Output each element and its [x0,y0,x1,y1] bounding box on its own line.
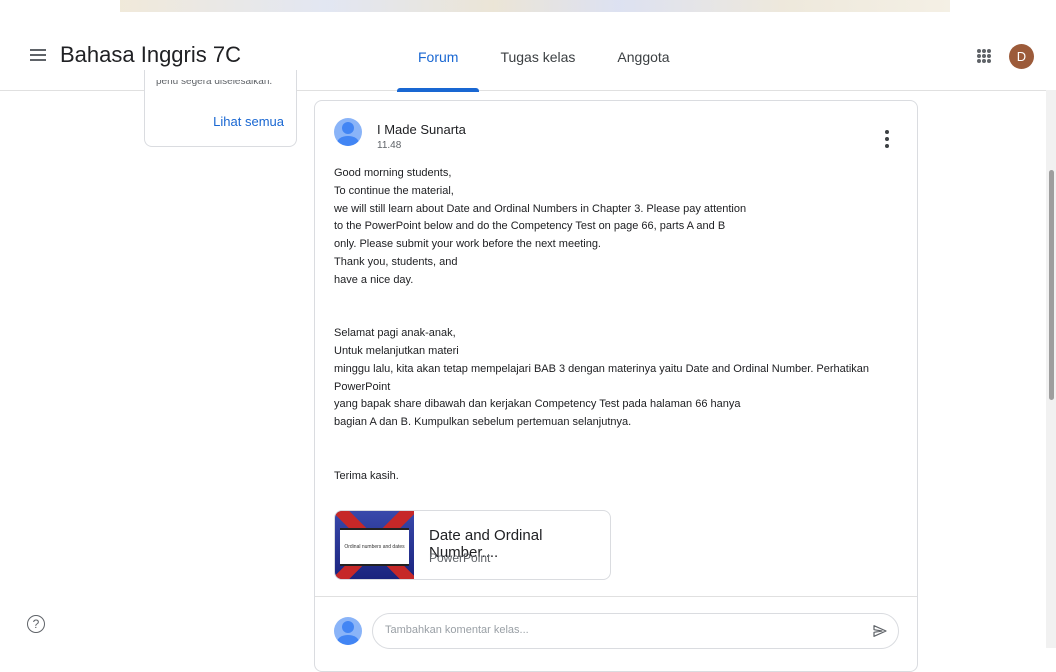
account-avatar[interactable]: D [1009,44,1034,69]
comment-divider [315,596,917,597]
author-avatar [334,118,362,146]
tab-classwork[interactable]: Tugas kelas [479,24,596,90]
post-time: 11.48 [377,140,402,151]
post-author: I Made Sunarta [377,122,466,137]
menu-icon[interactable] [30,49,46,61]
attachment-card[interactable]: Ordinal numbers and dates Date and Ordin… [334,510,611,580]
help-icon[interactable]: ? [27,615,45,633]
upcoming-card-text: perlu segera diselesaikan. [156,80,273,87]
class-comment-input[interactable]: Tambahkan komentar kelas... [372,613,899,649]
attachment-thumbnail: Ordinal numbers and dates [335,511,414,579]
post-body: Good morning students, To continue the m… [334,167,870,482]
class-banner-strip [120,0,950,12]
scrollbar-thumb[interactable] [1049,170,1054,400]
more-vert-icon[interactable] [885,130,889,148]
tab-bar: Forum Tugas kelas Anggota [397,24,691,92]
commenter-avatar [334,617,362,645]
upcoming-card: perlu segera diselesaikan. Lihat semua [144,70,297,147]
announcement-post: I Made Sunarta 11.48 Good morning studen… [314,100,918,672]
see-all-link[interactable]: Lihat semua [213,114,284,129]
tab-people[interactable]: Anggota [596,24,690,90]
comment-placeholder: Tambahkan komentar kelas... [385,624,529,636]
apps-icon[interactable] [977,49,991,63]
thumbnail-text: Ordinal numbers and dates [340,528,409,566]
attachment-type: PowerPoint [429,551,491,565]
send-icon[interactable] [872,623,888,639]
tab-forum[interactable]: Forum [397,24,480,92]
class-title[interactable]: Bahasa Inggris 7C [60,42,241,68]
